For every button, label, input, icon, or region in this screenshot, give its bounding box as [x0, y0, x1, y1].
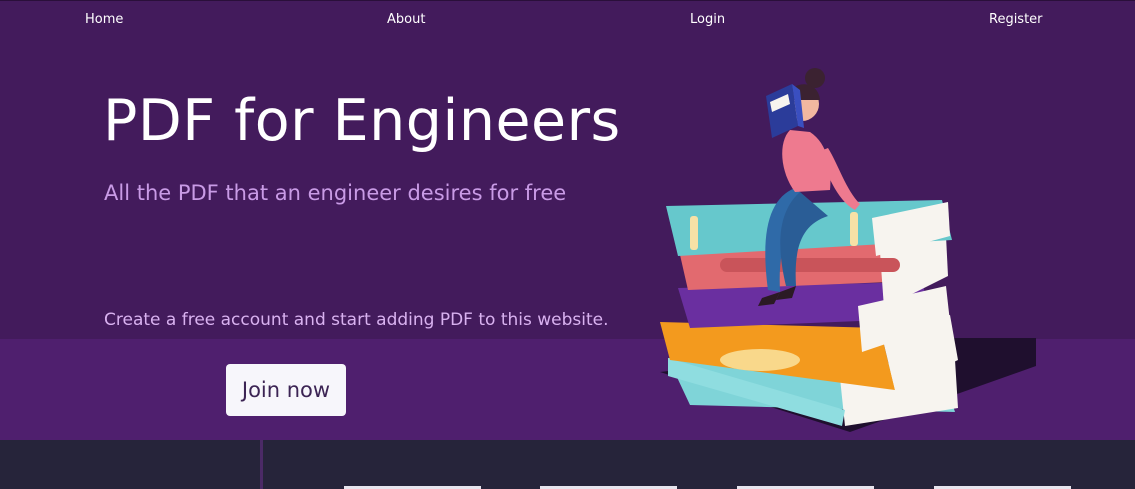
page-title: PDF for Engineers	[103, 88, 621, 154]
nav-register-link[interactable]: Register	[989, 12, 1043, 27]
footer-divider	[260, 440, 263, 489]
join-now-button[interactable]: Join now	[226, 364, 346, 416]
cta-text: Create a free account and start adding P…	[104, 310, 609, 330]
hero-subtitle: All the PDF that an engineer desires for…	[104, 181, 567, 205]
nav-home-link[interactable]: Home	[85, 12, 123, 27]
nav-about-link[interactable]: About	[387, 12, 425, 27]
footer	[0, 440, 1135, 489]
nav-login-link[interactable]: Login	[690, 12, 725, 27]
reading-woman-illustration	[660, 68, 1036, 432]
